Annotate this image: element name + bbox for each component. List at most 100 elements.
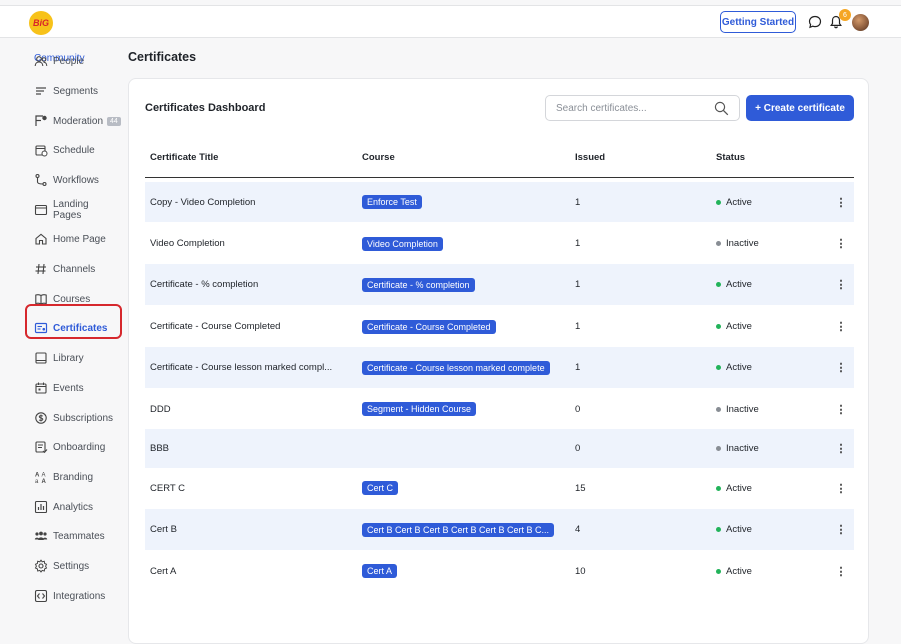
- row-menu-icon[interactable]: ⋮: [835, 509, 847, 550]
- certificate-title-cell[interactable]: Certificate - Course lesson marked compl…: [150, 347, 355, 388]
- table-row[interactable]: CERT C Cert C 15 Active ⋮: [145, 468, 854, 508]
- hash-icon: [34, 262, 48, 276]
- status-cell: Active: [716, 264, 806, 305]
- row-menu-icon[interactable]: ⋮: [835, 347, 847, 388]
- table-row[interactable]: Certificate - % completion Certificate - …: [145, 264, 854, 305]
- getting-started-button[interactable]: Getting Started: [720, 11, 796, 33]
- status-label: Active: [726, 524, 752, 535]
- sidebar-item-label: Teammates: [53, 530, 105, 542]
- sidebar-item-subscriptions[interactable]: Subscriptions: [34, 409, 113, 427]
- integrations-icon: [34, 589, 48, 603]
- sidebar-item-workflows[interactable]: Workflows: [34, 171, 99, 189]
- issued-count-cell: 1: [575, 321, 581, 332]
- sidebar-item-home-page[interactable]: Home Page: [34, 230, 106, 248]
- table-row[interactable]: Certificate - Course Completed Certificat…: [145, 306, 854, 347]
- status-cell: Active: [716, 551, 806, 591]
- table-row[interactable]: Cert B Cert B Cert B Cert B Cert B Cert B…: [145, 509, 854, 550]
- sidebar-item-schedule[interactable]: Schedule: [34, 141, 95, 159]
- sidebar-item-label: Schedule: [53, 144, 95, 156]
- row-menu-icon[interactable]: ⋮: [835, 468, 847, 508]
- course-tag[interactable]: Enforce Test: [362, 195, 422, 209]
- course-tag[interactable]: Certificate - Course lesson marked compl…: [362, 360, 550, 375]
- create-certificate-button[interactable]: + Create certificate: [746, 95, 854, 121]
- course-tag[interactable]: Video Completion: [362, 236, 443, 251]
- column-header-status[interactable]: Status: [716, 152, 745, 163]
- landing-pages-icon: [34, 203, 48, 217]
- certificate-title-cell[interactable]: Video Completion: [150, 223, 355, 264]
- course-cell: Enforce Test: [362, 182, 567, 222]
- chat-icon[interactable]: [808, 15, 822, 29]
- row-menu-icon[interactable]: ⋮: [835, 223, 847, 264]
- certificate-title-cell[interactable]: Copy - Video Completion: [150, 182, 355, 222]
- search-input[interactable]: Search certificates...: [545, 95, 740, 121]
- sidebar-item-analytics[interactable]: Analytics: [34, 498, 93, 516]
- sidebar-item-teammates[interactable]: Teammates: [34, 527, 105, 545]
- avatar[interactable]: [852, 14, 869, 31]
- table-row[interactable]: Video Completion Video Completion 1 Inactiv…: [145, 223, 854, 264]
- segments-icon: [34, 84, 48, 98]
- sidebar-item-library[interactable]: Library: [34, 349, 84, 367]
- certificate-title-cell[interactable]: BBB: [150, 429, 355, 468]
- sidebar-item-label: Segments: [53, 85, 99, 97]
- row-menu-icon[interactable]: ⋮: [835, 306, 847, 347]
- sidebar-item-label: Integrations: [53, 590, 106, 602]
- course-tag[interactable]: Segment - Hidden Course: [362, 402, 477, 416]
- table-row[interactable]: Copy - Video Completion Enforce Test 1 Acti…: [145, 182, 854, 222]
- sidebar-item-channels[interactable]: Channels: [34, 260, 95, 278]
- onboarding-icon: [34, 440, 48, 454]
- row-menu-icon[interactable]: ⋮: [835, 389, 847, 429]
- issued-count-cell: 0: [575, 443, 581, 454]
- status-cell: Active: [716, 182, 806, 222]
- course-tag[interactable]: Cert A: [362, 564, 398, 578]
- certificate-title-cell[interactable]: CERT C: [150, 468, 355, 508]
- sidebar-item-moderation[interactable]: Moderation 44: [34, 112, 121, 130]
- course-tag[interactable]: Cert B Cert B Cert B Cert B Cert B Cert …: [362, 522, 555, 537]
- status-label: Inactive: [726, 403, 759, 415]
- sidebar-item-label: Workflows: [53, 174, 99, 186]
- column-header-course[interactable]: Course: [362, 152, 395, 163]
- row-menu-icon[interactable]: ⋮: [835, 429, 847, 468]
- branding-icon: AAaA: [34, 470, 48, 485]
- sidebar-item-events[interactable]: Events: [34, 379, 84, 397]
- people-icon: [34, 54, 48, 68]
- course-cell: Video Completion: [362, 223, 567, 264]
- certificate-title-cell[interactable]: DDD: [150, 389, 355, 429]
- table-row[interactable]: BBB 0 Inactive ⋮: [145, 429, 854, 468]
- sidebar-item-onboarding[interactable]: Onboarding: [34, 438, 105, 456]
- row-menu-icon[interactable]: ⋮: [835, 264, 847, 305]
- sidebar-item-label: Home Page: [53, 233, 106, 245]
- row-menu-icon[interactable]: ⋮: [835, 551, 847, 591]
- certificate-title-cell[interactable]: Certificate - % completion: [150, 264, 355, 305]
- page-title: Certificates: [128, 50, 197, 64]
- status-label: Active: [726, 565, 752, 577]
- sidebar-item-settings[interactable]: Settings: [34, 557, 89, 575]
- sidebar-item-branding[interactable]: A Aa A Branding: [34, 468, 93, 486]
- row-menu-icon[interactable]: ⋮: [835, 182, 847, 222]
- certificate-title-cell[interactable]: Cert A: [150, 551, 355, 591]
- course-tag[interactable]: Certificate - Course Completed: [362, 319, 496, 334]
- sidebar-item-label: Onboarding: [53, 441, 106, 453]
- sidebar-item-label: Landing Pages: [53, 199, 89, 221]
- sidebar-item-landing-pages[interactable]: Landing Pages: [34, 199, 118, 221]
- status-dot-icon: [716, 282, 721, 287]
- certificate-title-cell[interactable]: Cert B: [150, 509, 355, 550]
- table-row[interactable]: Certificate - Course lesson marked compl…: [145, 347, 854, 388]
- table-row[interactable]: DDD Segment - Hidden Course 0 Inactive ⋮: [145, 389, 854, 429]
- status-dot-icon: [716, 446, 721, 451]
- sidebar-item-segments[interactable]: Segments: [34, 82, 98, 100]
- sidebar-item-people[interactable]: People: [34, 52, 84, 70]
- course-tag[interactable]: Cert C: [362, 481, 399, 495]
- course-tag[interactable]: Certificate - % completion: [362, 277, 475, 292]
- column-header-issued[interactable]: Issued: [575, 152, 605, 163]
- sidebar-item-integrations[interactable]: Integrations: [34, 587, 105, 605]
- moderation-count-badge: 44: [107, 116, 121, 126]
- certificate-title-cell[interactable]: Certificate - Course Completed: [150, 306, 355, 347]
- header-divider: [145, 177, 854, 178]
- search-icon[interactable]: [714, 101, 729, 116]
- status-label: Inactive: [726, 443, 759, 454]
- status-dot-icon: [716, 568, 721, 574]
- brand-logo[interactable]: BiG: [29, 11, 53, 35]
- teammates-icon: [34, 529, 48, 543]
- column-header-title[interactable]: Certificate Title: [150, 152, 218, 163]
- table-row[interactable]: Cert A Cert A 10 Active ⋮: [145, 551, 854, 591]
